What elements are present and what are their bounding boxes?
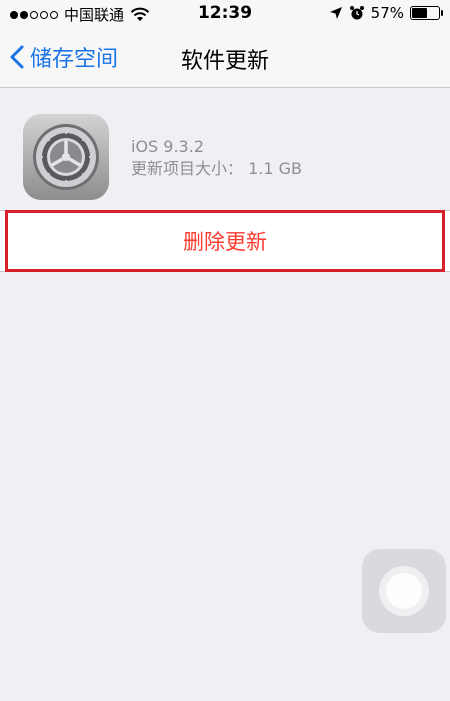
battery-cap: [441, 10, 443, 16]
delete-update-row: 删除更新: [0, 210, 450, 272]
update-size-label: 更新项目大小：: [131, 159, 244, 178]
battery-fill: [412, 8, 427, 18]
status-bar: 中国联通 12:39 57%: [0, 0, 450, 28]
navigation-bar: 储存空间 软件更新: [0, 28, 450, 88]
status-right: 57%: [329, 4, 443, 22]
update-size-value: 1.1 GB: [248, 159, 303, 178]
gear-icon: [33, 124, 99, 190]
delete-update-button[interactable]: 删除更新: [0, 211, 450, 271]
battery-percent: 57%: [370, 4, 404, 22]
update-details: iOS 9.3.2 更新项目大小： 1.1 GB: [131, 136, 302, 180]
update-info: iOS 9.3.2 更新项目大小： 1.1 GB: [20, 114, 440, 204]
assistive-touch-ring: [379, 566, 429, 616]
settings-gear-icon: [23, 114, 109, 200]
assistive-touch-button[interactable]: [362, 549, 446, 633]
update-size: 更新项目大小： 1.1 GB: [131, 158, 302, 180]
software-update-screen: 中国联通 12:39 57% 储存空间 软件更新 iOS 9.3.2 更新项目大…: [0, 0, 450, 701]
page-title: 软件更新: [180, 49, 269, 74]
assistive-touch-core: [386, 573, 422, 609]
update-name: iOS 9.3.2: [131, 137, 204, 156]
location-arrow-icon: [329, 7, 342, 19]
battery-icon: [410, 6, 443, 20]
alarm-clock-icon: [349, 6, 364, 20]
